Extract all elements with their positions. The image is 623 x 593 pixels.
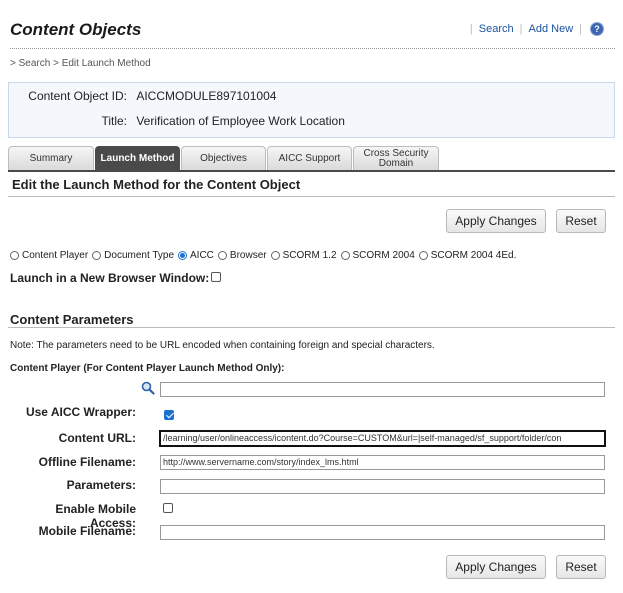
apply-changes-button-bottom[interactable]: Apply Changes bbox=[446, 555, 546, 579]
parameters-divider bbox=[8, 327, 615, 328]
magnifier-icon[interactable] bbox=[141, 381, 155, 395]
radio-circle[interactable] bbox=[92, 251, 102, 260]
content-object-id-value: AICCMODULE897101004 bbox=[136, 89, 277, 103]
title-label: Title: bbox=[101, 114, 127, 128]
use-aicc-wrapper-label: Use AICC Wrapper: bbox=[25, 405, 136, 419]
link-separator: | bbox=[579, 23, 582, 35]
reset-button-bottom[interactable]: Reset bbox=[556, 555, 606, 579]
parameters-note: Note: The parameters need to be URL enco… bbox=[10, 340, 435, 351]
radio-label: Content Player bbox=[22, 250, 89, 261]
offline-filename-label: Offline Filename: bbox=[38, 455, 136, 469]
help-icon[interactable]: ? bbox=[590, 22, 604, 36]
mobile-filename-label: Mobile Filename: bbox=[38, 524, 136, 538]
new-window-label: Launch in a New Browser Window: bbox=[10, 271, 210, 285]
content-url-input[interactable]: /learning/user/onlineaccess/icontent.do?… bbox=[159, 430, 606, 447]
breadcrumb[interactable]: > Search > Edit Launch Method bbox=[10, 58, 151, 69]
radio-browser[interactable]: Browser bbox=[217, 250, 267, 261]
radio-label: SCORM 2004 bbox=[352, 250, 415, 261]
reset-button-top[interactable]: Reset bbox=[556, 209, 606, 233]
launch-method-options: Content Player Document Type AICC Browse… bbox=[10, 250, 520, 261]
radio-document-type[interactable]: Document Type bbox=[92, 250, 174, 261]
tab-objectives[interactable]: Objectives bbox=[181, 146, 266, 170]
radio-circle[interactable] bbox=[10, 251, 19, 260]
tab-launch-method[interactable]: Launch Method bbox=[95, 146, 180, 170]
content-object-id-label: Content Object ID: bbox=[28, 89, 127, 103]
radio-scorm-2004[interactable]: SCORM 2004 bbox=[340, 250, 415, 261]
new-window-checkbox[interactable] bbox=[211, 272, 221, 282]
radio-content-player[interactable]: Content Player bbox=[10, 250, 88, 261]
radio-label: AICC bbox=[190, 250, 214, 261]
content-player-label: Content Player (For Content Player Launc… bbox=[10, 363, 285, 374]
header-divider bbox=[10, 48, 615, 49]
radio-circle[interactable] bbox=[340, 251, 350, 260]
content-parameters-heading: Content Parameters bbox=[10, 312, 134, 327]
add-new-link[interactable]: Add New bbox=[529, 23, 574, 35]
tab-summary[interactable]: Summary bbox=[8, 146, 94, 170]
radio-aicc[interactable]: AICC bbox=[178, 250, 214, 261]
section-heading: Edit the Launch Method for the Content O… bbox=[12, 177, 301, 192]
tab-underline bbox=[8, 170, 615, 172]
search-link[interactable]: Search bbox=[479, 23, 514, 35]
apply-changes-button-top[interactable]: Apply Changes bbox=[446, 209, 546, 233]
tab-cross-security-domain[interactable]: Cross Security Domain bbox=[353, 146, 439, 170]
enable-mobile-access-checkbox[interactable] bbox=[163, 503, 173, 513]
radio-scorm-2004-4ed[interactable]: SCORM 2004 4Ed. bbox=[418, 250, 517, 261]
use-aicc-wrapper-checkbox[interactable] bbox=[164, 410, 174, 420]
title-value: Verification of Employee Work Location bbox=[136, 114, 345, 128]
radio-circle[interactable] bbox=[217, 251, 227, 260]
content-url-label: Content URL: bbox=[58, 431, 136, 445]
radio-label: Browser bbox=[229, 250, 267, 261]
top-links: | Search | Add New | ? bbox=[464, 22, 604, 36]
content-object-info: Content Object ID: AICCMODULE897101004 T… bbox=[8, 82, 615, 138]
content-player-input[interactable] bbox=[160, 382, 605, 397]
section-divider bbox=[8, 196, 615, 197]
parameters-input[interactable] bbox=[160, 479, 605, 494]
parameters-label: Parameters: bbox=[66, 478, 136, 492]
link-separator: | bbox=[469, 23, 473, 35]
link-separator: | bbox=[519, 23, 523, 35]
radio-label: SCORM 1.2 bbox=[282, 250, 337, 261]
tab-aicc-support[interactable]: AICC Support bbox=[267, 146, 352, 170]
radio-circle[interactable] bbox=[178, 251, 188, 260]
radio-label: SCORM 2004 4Ed. bbox=[430, 250, 517, 261]
page-title: Content Objects bbox=[10, 20, 142, 39]
offline-filename-input[interactable]: http://www.servername.com/story/index_lm… bbox=[160, 455, 605, 470]
radio-label: Document Type bbox=[104, 250, 175, 261]
mobile-filename-input[interactable] bbox=[160, 525, 605, 540]
tab-bar: Summary Launch Method Objectives AICC Su… bbox=[8, 146, 440, 170]
radio-circle[interactable] bbox=[270, 251, 280, 260]
radio-circle[interactable] bbox=[418, 251, 428, 260]
radio-scorm-12[interactable]: SCORM 1.2 bbox=[270, 250, 337, 261]
